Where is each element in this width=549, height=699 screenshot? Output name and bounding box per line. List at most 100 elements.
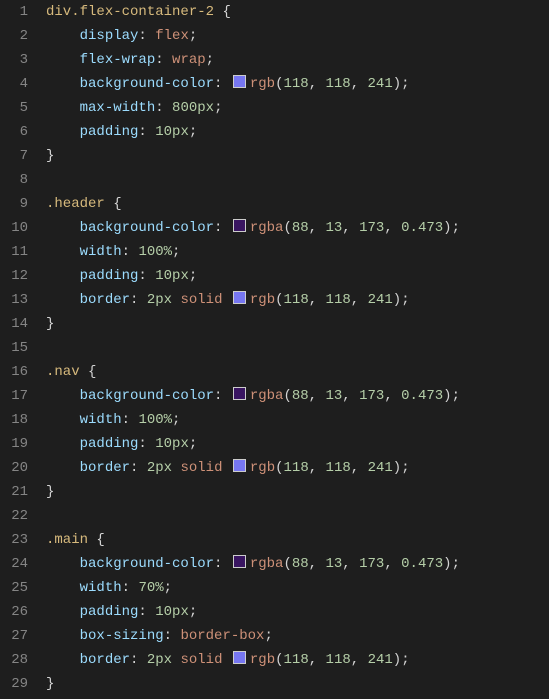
code-content[interactable]: div.flex-container-2 { display: flex; fl… xyxy=(46,0,460,696)
line-number: 1 xyxy=(0,0,28,24)
color-swatch-icon[interactable] xyxy=(233,459,246,472)
token-pn: ( xyxy=(275,652,283,668)
code-line[interactable]: box-sizing: border-box; xyxy=(46,624,460,648)
code-line[interactable]: max-width: 800px; xyxy=(46,96,460,120)
code-line[interactable]: div.flex-container-2 { xyxy=(46,0,460,24)
token-pn xyxy=(46,436,80,452)
token-num: 173 xyxy=(359,556,384,572)
line-number: 7 xyxy=(0,144,28,168)
color-swatch-icon[interactable] xyxy=(233,291,246,304)
token-br: { xyxy=(88,364,96,380)
token-func: rgb xyxy=(250,292,275,308)
token-num: 800px xyxy=(172,100,214,116)
token-pn: : xyxy=(214,556,231,572)
code-line[interactable]: padding: 10px; xyxy=(46,264,460,288)
code-line[interactable]: background-color: rgba(88, 13, 173, 0.47… xyxy=(46,552,460,576)
token-num: 10px xyxy=(155,604,189,620)
token-pn: ) xyxy=(393,652,401,668)
code-line[interactable]: padding: 10px; xyxy=(46,120,460,144)
token-pn: ; xyxy=(189,604,197,620)
code-line[interactable]: background-color: rgb(118, 118, 241); xyxy=(46,72,460,96)
token-pn: : xyxy=(164,628,181,644)
token-pn xyxy=(222,652,230,668)
token-num: 10px xyxy=(155,124,189,140)
token-num: 10px xyxy=(155,436,189,452)
code-line[interactable]: .nav { xyxy=(46,360,460,384)
token-pn xyxy=(105,196,113,212)
token-prop: padding xyxy=(80,268,139,284)
code-line[interactable]: padding: 10px; xyxy=(46,432,460,456)
token-prop: display xyxy=(80,28,139,44)
code-line[interactable]: background-color: rgba(88, 13, 173, 0.47… xyxy=(46,216,460,240)
code-line[interactable]: width: 100%; xyxy=(46,408,460,432)
code-line[interactable]: width: 70%; xyxy=(46,576,460,600)
code-line[interactable] xyxy=(46,336,460,360)
token-pn: : xyxy=(130,460,147,476)
token-prop: border xyxy=(80,292,130,308)
code-line[interactable]: display: flex; xyxy=(46,24,460,48)
code-editor[interactable]: 1234567891011121314151617181920212223242… xyxy=(0,0,549,696)
token-pn: : xyxy=(214,220,231,236)
token-pn: ; xyxy=(264,628,272,644)
token-sel: .main xyxy=(46,532,88,548)
token-pn: , xyxy=(309,652,326,668)
color-swatch-icon[interactable] xyxy=(233,651,246,664)
token-pn: : xyxy=(130,652,147,668)
color-swatch-icon[interactable] xyxy=(233,387,246,400)
code-line[interactable]: .header { xyxy=(46,192,460,216)
token-pn: ; xyxy=(401,652,409,668)
code-line[interactable]: border: 2px solid rgb(118, 118, 241); xyxy=(46,288,460,312)
token-prop: padding xyxy=(80,124,139,140)
code-line[interactable]: width: 100%; xyxy=(46,240,460,264)
code-line[interactable]: border: 2px solid rgb(118, 118, 241); xyxy=(46,648,460,672)
token-num: 241 xyxy=(368,652,393,668)
token-pn: , xyxy=(351,292,368,308)
token-prop: width xyxy=(80,412,122,428)
token-br: } xyxy=(46,676,54,692)
token-num: 118 xyxy=(326,460,351,476)
token-pn xyxy=(46,124,80,140)
code-line[interactable]: } xyxy=(46,144,460,168)
code-line[interactable]: } xyxy=(46,312,460,336)
token-num: 2px xyxy=(147,652,172,668)
token-prop: flex-wrap xyxy=(80,52,156,68)
token-pn xyxy=(46,388,80,404)
token-pn: : xyxy=(130,292,147,308)
token-pn: : xyxy=(155,52,172,68)
code-line[interactable] xyxy=(46,504,460,528)
token-pn xyxy=(46,652,80,668)
code-line[interactable]: } xyxy=(46,672,460,696)
code-line[interactable]: .main { xyxy=(46,528,460,552)
token-pn: ; xyxy=(452,388,460,404)
token-pn: , xyxy=(309,292,326,308)
token-br: } xyxy=(46,148,54,164)
token-pn xyxy=(46,460,80,476)
line-number: 25 xyxy=(0,576,28,600)
token-pn xyxy=(46,412,80,428)
token-pn: ; xyxy=(452,556,460,572)
token-sel: .header xyxy=(46,196,105,212)
code-line[interactable] xyxy=(46,168,460,192)
token-num: 173 xyxy=(359,220,384,236)
line-number: 6 xyxy=(0,120,28,144)
line-number: 8 xyxy=(0,168,28,192)
color-swatch-icon[interactable] xyxy=(233,555,246,568)
token-pn: ) xyxy=(393,460,401,476)
code-line[interactable]: padding: 10px; xyxy=(46,600,460,624)
token-pn: : xyxy=(155,100,172,116)
code-line[interactable]: border: 2px solid rgb(118, 118, 241); xyxy=(46,456,460,480)
code-line[interactable]: background-color: rgba(88, 13, 173, 0.47… xyxy=(46,384,460,408)
token-pn: : xyxy=(214,76,231,92)
token-pn: , xyxy=(342,556,359,572)
line-number: 11 xyxy=(0,240,28,264)
color-swatch-icon[interactable] xyxy=(233,75,246,88)
token-pn: , xyxy=(309,388,326,404)
token-num: 241 xyxy=(368,76,393,92)
token-pn: ; xyxy=(401,292,409,308)
token-pn: : xyxy=(138,604,155,620)
code-line[interactable]: flex-wrap: wrap; xyxy=(46,48,460,72)
color-swatch-icon[interactable] xyxy=(233,219,246,232)
token-pn: ) xyxy=(393,292,401,308)
code-line[interactable]: } xyxy=(46,480,460,504)
token-pn: : xyxy=(138,28,155,44)
